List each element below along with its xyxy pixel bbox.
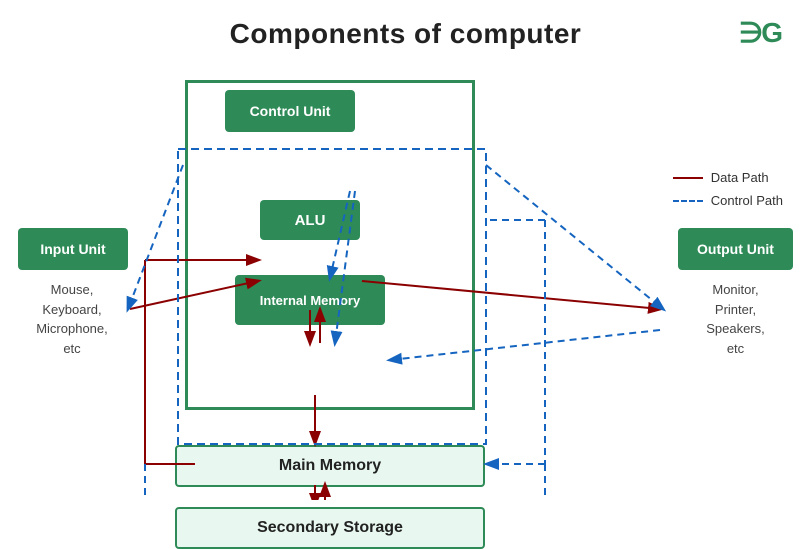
alu-box: ALU	[260, 200, 360, 240]
control-path-line-icon	[673, 200, 703, 202]
legend-control-path: Control Path	[673, 193, 783, 208]
diagram-area: Control Unit ALU Internal Memory Input U…	[0, 60, 811, 500]
page-title: Components of computer	[0, 0, 811, 50]
input-unit-box: Input Unit	[18, 228, 128, 270]
secondary-storage-box: Secondary Storage	[175, 507, 485, 549]
data-path-line-icon	[673, 177, 703, 179]
legend: Data Path Control Path	[673, 170, 783, 216]
main-memory-box: Main Memory	[175, 445, 485, 487]
logo: ∋G	[739, 16, 781, 49]
legend-data-path: Data Path	[673, 170, 783, 185]
output-unit-box: Output Unit	[678, 228, 793, 270]
control-unit-box: Control Unit	[225, 90, 355, 132]
output-devices-label: Monitor,Printer,Speakers,etc	[678, 280, 793, 358]
internal-memory-box: Internal Memory	[235, 275, 385, 325]
input-devices-label: Mouse,Keyboard,Microphone,etc	[22, 280, 122, 358]
